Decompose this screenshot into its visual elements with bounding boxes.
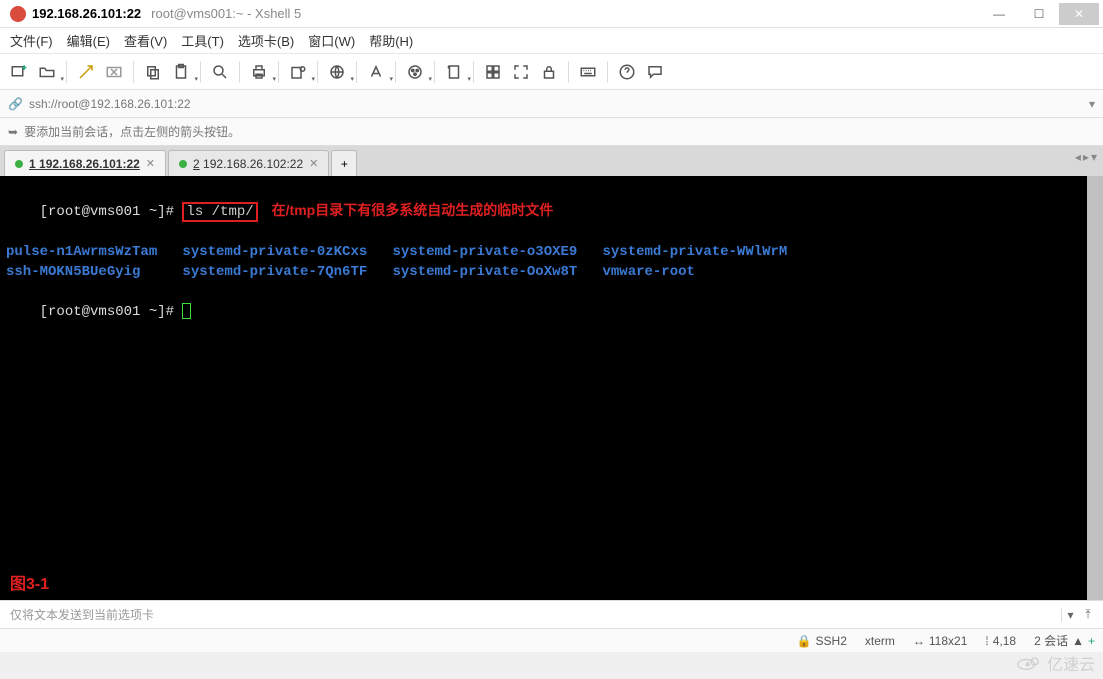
font-icon[interactable]: ▾ <box>363 59 389 85</box>
titlebar: 192.168.26.101:22 root@vms001:~ - Xshell… <box>0 0 1103 28</box>
status-size: ↔118x21 <box>913 634 967 648</box>
status-protocol: 🔒SSH2 <box>797 634 847 648</box>
terminal-annotation: 在/tmp目录下有很多系统自动生成的临时文件 <box>272 202 554 218</box>
tab-session-1[interactable]: 1 192.168.26.101:22 ✕ <box>4 150 166 176</box>
reconnect-icon[interactable] <box>73 59 99 85</box>
terminal-command-highlight: ls /tmp/ <box>182 202 257 222</box>
status-bar: 🔒SSH2 xterm ↔118x21 ⁞4,18 2 会话 ▲ + <box>0 628 1103 652</box>
tab-list-icon[interactable]: ▾ <box>1091 150 1097 164</box>
address-url[interactable]: ssh://root@192.168.26.101:22 <box>29 97 191 111</box>
menu-file[interactable]: 文件(F) <box>10 31 53 50</box>
layout-icon[interactable] <box>480 59 506 85</box>
terminal-output-row: ssh-MOKN5BUeGyig systemd-private-7Qn6TF … <box>6 262 1097 282</box>
status-sessions: 2 会话 ▲ + <box>1034 632 1095 649</box>
send-pin-icon[interactable]: ⤒ <box>1079 607 1097 622</box>
disconnect-icon[interactable] <box>101 59 127 85</box>
search-icon[interactable] <box>207 59 233 85</box>
fullscreen-icon[interactable] <box>508 59 534 85</box>
link-icon: 🔗 <box>8 97 23 111</box>
copy-icon[interactable] <box>140 59 166 85</box>
globe-icon[interactable]: ▾ <box>324 59 350 85</box>
script-icon[interactable]: ▾ <box>441 59 467 85</box>
terminal-prompt: [root@vms001 ~]# <box>40 204 183 220</box>
menu-tools[interactable]: 工具(T) <box>181 31 224 50</box>
position-icon: ⁞ <box>985 634 988 648</box>
tab-session-2[interactable]: 2 192.168.26.102:22 ✕ <box>168 150 329 176</box>
address-bar: 🔗 ssh://root@192.168.26.101:22 ▾ <box>0 90 1103 118</box>
hint-text: 要添加当前会话，点击左侧的箭头按钮。 <box>24 123 240 140</box>
paste-icon[interactable]: ▾ <box>168 59 194 85</box>
toolbar: ▾ ▾ ▾ ▾ ▾ ▾ ▾ ▾ <box>0 54 1103 90</box>
help-icon[interactable] <box>614 59 640 85</box>
tab-add-button[interactable]: + <box>331 150 357 176</box>
maximize-button[interactable]: ☐ <box>1019 3 1059 25</box>
status-term-type: xterm <box>865 634 895 648</box>
tab-bar: 1 192.168.26.101:22 ✕ 2 192.168.26.102:2… <box>0 146 1103 176</box>
cursor-icon <box>182 303 191 319</box>
send-input[interactable]: 仅将文本发送到当前选项卡 <box>6 604 1061 625</box>
minimize-button[interactable]: — <box>979 3 1019 25</box>
send-bar: 仅将文本发送到当前选项卡 ▾ ⤒ <box>0 600 1103 628</box>
menu-edit[interactable]: 编辑(E) <box>67 31 110 50</box>
address-dropdown-icon[interactable]: ▾ <box>1089 97 1095 111</box>
menubar: 文件(F) 编辑(E) 查看(V) 工具(T) 选项卡(B) 窗口(W) 帮助(… <box>0 28 1103 54</box>
tab-next-icon[interactable]: ▸ <box>1083 150 1089 164</box>
menu-help[interactable]: 帮助(H) <box>369 31 413 50</box>
figure-label: 图3-1 <box>10 570 49 594</box>
window-title: 192.168.26.101:22 <box>32 6 141 21</box>
hint-bar: ➥ 要添加当前会话，点击左侧的箭头按钮。 <box>0 118 1103 146</box>
arrow-icon[interactable]: ➥ <box>8 125 18 139</box>
status-dot-icon <box>15 160 23 168</box>
menu-view[interactable]: 查看(V) <box>124 31 167 50</box>
terminal-output-row: pulse-n1AwrmsWzTam systemd-private-0zKCx… <box>6 242 1097 262</box>
window-subtitle: root@vms001:~ - Xshell 5 <box>151 6 301 21</box>
send-target-dropdown[interactable]: ▾ <box>1061 608 1079 622</box>
app-icon <box>10 6 26 22</box>
chat-icon[interactable] <box>642 59 668 85</box>
resize-icon: ↔ <box>913 634 925 648</box>
status-cursor-pos: ⁞4,18 <box>985 634 1016 648</box>
new-session-icon[interactable] <box>6 59 32 85</box>
terminal-scrollbar[interactable] <box>1087 176 1103 600</box>
close-button[interactable]: ✕ <box>1059 3 1099 25</box>
tab-close-icon[interactable]: ✕ <box>309 157 318 170</box>
print-icon[interactable]: ▾ <box>246 59 272 85</box>
terminal-prompt: [root@vms001 ~]# <box>40 304 183 320</box>
tab-prev-icon[interactable]: ◂ <box>1075 150 1081 164</box>
status-dot-icon <box>179 160 187 168</box>
lock-icon[interactable] <box>536 59 562 85</box>
lock-small-icon: 🔒 <box>797 634 812 648</box>
keyboard-icon[interactable] <box>575 59 601 85</box>
menu-window[interactable]: 窗口(W) <box>308 31 355 50</box>
watermark: 亿速云 <box>1015 651 1095 675</box>
tab-close-icon[interactable]: ✕ <box>146 157 155 170</box>
open-folder-icon[interactable]: ▾ <box>34 59 60 85</box>
menu-tabs[interactable]: 选项卡(B) <box>238 31 294 50</box>
terminal[interactable]: [root@vms001 ~]# ls /tmp/在/tmp目录下有很多系统自动… <box>0 176 1103 600</box>
properties-icon[interactable]: ▾ <box>285 59 311 85</box>
color-icon[interactable]: ▾ <box>402 59 428 85</box>
